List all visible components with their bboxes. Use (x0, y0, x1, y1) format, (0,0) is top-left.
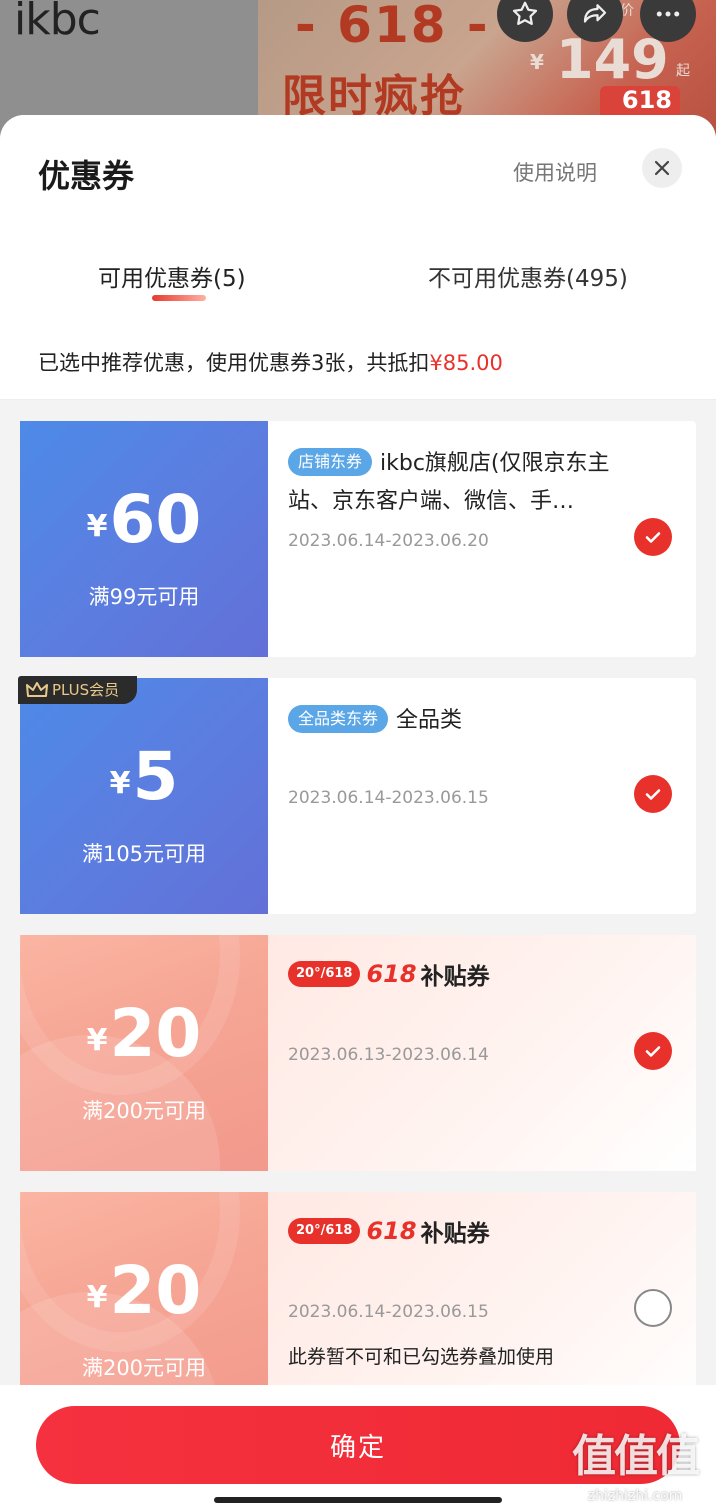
share-icon (583, 4, 607, 23)
coupon-card[interactable]: ¥20 满200元可用 20°/618 618 补贴券 2023.06.13-2… (20, 935, 696, 1171)
coupon-checkbox-checked[interactable] (634, 1032, 672, 1070)
site-watermark: 值值值 zhizhizhi.com (560, 1420, 710, 1504)
star-icon (512, 1, 538, 25)
coupon-amount: ¥60 (86, 481, 202, 558)
coupon-value-panel: ¥5 满105元可用 (16, 678, 268, 914)
coupon-sheet-header: 优惠券 使用说明 可用优惠券(5) 不可用优惠券(495) 已选中推荐优惠，使用… (0, 115, 716, 400)
coupon-amount: ¥20 (86, 1252, 202, 1329)
plus-member-badge: PLUS会员 (18, 676, 138, 704)
subsidy-618-mark: 618 (366, 960, 417, 988)
coupon-info-panel: 全品类东券 全品类 2023.06.14-2023.06.15 (268, 678, 696, 914)
promo-618-title: - 618 - (295, 0, 490, 54)
coupon-condition: 满200元可用 (81, 1356, 207, 1380)
coupon-stack-note: 此券暂不可和已勾选券叠加使用 (288, 1346, 555, 1368)
home-indicator (214, 1497, 502, 1503)
promo-price-suffix: 起 (676, 63, 690, 79)
coupon-checkbox-checked[interactable] (634, 775, 672, 813)
recommendation-summary: 已选中推荐优惠，使用优惠券3张，共抵扣¥85.00 (38, 351, 503, 375)
usage-help-link[interactable]: 使用说明 (513, 157, 597, 187)
more-dots-icon (656, 11, 680, 17)
coupon-validity: 2023.06.14-2023.06.15 (288, 1302, 489, 1322)
coupon-checkbox-unchecked[interactable] (634, 1289, 672, 1327)
checkmark-icon (645, 789, 661, 800)
coupon-name: 店铺东券 ikbc旗舰店(仅限京东主站、京东客户端、微信、手… (288, 445, 648, 521)
close-icon (654, 160, 670, 176)
tab-available[interactable]: 可用优惠券(5) (98, 259, 246, 293)
active-tab-indicator (152, 295, 206, 301)
coupon-sheet: 优惠券 使用说明 可用优惠券(5) 不可用优惠券(495) 已选中推荐优惠，使用… (0, 115, 716, 1504)
coupon-type-tag: 店铺东券 (288, 448, 373, 476)
coupon-condition: 满105元可用 (81, 842, 207, 866)
subsidy-coupon-title: 20°/618 618 补贴券 (288, 1214, 490, 1248)
coupon-validity: 2023.06.14-2023.06.15 (288, 788, 489, 808)
coupon-amount: ¥20 (86, 995, 202, 1072)
coupon-condition: 满99元可用 (88, 585, 200, 609)
subsidy-coupon-title: 20°/618 618 补贴券 (288, 957, 490, 991)
watermark-logo: 值值值 (572, 1431, 700, 1482)
coupon-value-panel: ¥20 满200元可用 (20, 935, 268, 1171)
coupon-type-tag: 全品类东券 (288, 705, 389, 733)
checkmark-icon (645, 1046, 661, 1057)
coupon-info-panel: 20°/618 618 补贴券 2023.06.13-2023.06.14 (268, 935, 696, 1171)
close-button[interactable] (642, 148, 682, 188)
subsidy-618-pill: 20°/618 (288, 961, 361, 987)
coupon-condition: 满200元可用 (81, 1099, 207, 1123)
coupon-checkbox-checked[interactable] (634, 518, 672, 556)
subsidy-label: 补贴券 (420, 1221, 490, 1247)
discount-total: ¥85.00 (429, 351, 503, 375)
subsidy-label: 补贴券 (420, 964, 490, 990)
crown-icon (26, 682, 48, 697)
coupon-name: 全品类东券 全品类 (288, 702, 648, 740)
subsidy-618-mark: 618 (366, 1217, 417, 1245)
checkmark-icon (645, 532, 661, 543)
coupon-validity: 2023.06.13-2023.06.14 (288, 1045, 489, 1065)
coupon-amount: ¥5 (109, 738, 179, 815)
sheet-title: 优惠券 (38, 157, 135, 195)
tab-unavailable[interactable]: 不可用优惠券(495) (428, 259, 628, 293)
brand-logo: ikbc (14, 0, 101, 45)
coupon-card[interactable]: ¥60 满99元可用 店铺东券 ikbc旗舰店(仅限京东主站、京东客户端、微信、手… (16, 421, 696, 657)
coupon-validity: 2023.06.14-2023.06.20 (288, 531, 489, 551)
watermark-url: zhizhizhi.com (587, 1488, 683, 1504)
coupon-value-panel: ¥60 满99元可用 (16, 421, 268, 657)
coupon-info-panel: 店铺东券 ikbc旗舰店(仅限京东主站、京东客户端、微信、手… 2023.06.1… (268, 421, 696, 657)
coupon-card[interactable]: PLUS会员 ¥5 满105元可用 全品类东券 全品类 2023.06.14-20… (16, 676, 696, 914)
subsidy-618-pill: 20°/618 (288, 1218, 361, 1244)
